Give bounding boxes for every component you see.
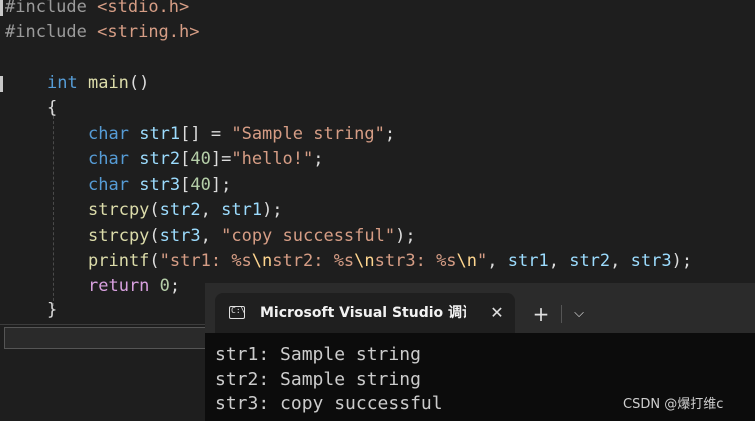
code-line-printf: printf("str1: %s\nstr2: %s\nstr3: %s\n",… xyxy=(88,249,692,274)
indent-guide xyxy=(53,111,54,311)
brace: } xyxy=(47,300,58,320)
tab-debug-console[interactable]: C:\ Microsoft Visual Studio 调试控制台 ✕ xyxy=(215,293,515,333)
output-line: str3: copy successful xyxy=(215,393,443,414)
output-line: str2: Sample string xyxy=(215,368,421,390)
code-line-str2-decl: char str2[40]="hello!"; xyxy=(88,147,324,172)
escape-sequence: \n xyxy=(354,251,375,271)
punctuation: ; xyxy=(169,276,181,296)
punctuation: [ xyxy=(180,175,191,195)
function-name: main xyxy=(87,73,129,93)
terminal-tab-bar: C:\ Microsoft Visual Studio 调试控制台 ✕ + ⌵ xyxy=(205,283,755,333)
tab-title: Microsoft Visual Studio 调试控制台 xyxy=(260,305,466,321)
punctuation: , xyxy=(487,251,508,271)
string-literal: "copy successful" xyxy=(221,226,396,246)
margin-marker xyxy=(0,76,3,92)
code-line-return: return 0; xyxy=(88,274,180,299)
code-line-str3-decl: char str3[40]; xyxy=(88,173,231,198)
argument: str2 xyxy=(569,251,611,271)
punctuation: , xyxy=(548,251,570,271)
watermark: CSDN @爆打维c xyxy=(623,397,724,412)
editor-divider xyxy=(0,324,210,325)
keyword: char xyxy=(88,149,129,169)
keyword: return xyxy=(88,276,150,296)
chevron-down-icon[interactable]: ⌵ xyxy=(568,303,590,325)
argument: str3 xyxy=(630,251,672,271)
punctuation: ]; xyxy=(210,175,232,195)
tab-divider xyxy=(561,305,562,323)
include-header: <string.h> xyxy=(97,22,200,42)
output-line: str1: Sample string xyxy=(215,344,421,365)
variable: str1 xyxy=(139,124,181,144)
punctuation: ); xyxy=(671,251,693,271)
brace: { xyxy=(47,98,58,118)
argument: str1 xyxy=(507,251,549,271)
code-line-str1-decl: char str1[] = "Sample string"; xyxy=(88,122,395,147)
console-icon: C:\ xyxy=(229,306,245,319)
punctuation: () xyxy=(128,73,150,93)
number-literal: 0 xyxy=(159,276,170,296)
punctuation: ; xyxy=(313,149,324,169)
number-literal: 40 xyxy=(190,149,211,169)
keyword: int xyxy=(47,73,78,93)
console-output: str1: Sample string str2: Sample string … xyxy=(215,343,443,417)
string-literal: str3: %s xyxy=(374,251,457,271)
code-line-open-brace: { xyxy=(47,96,57,121)
punctuation: ( xyxy=(149,226,160,246)
punctuation: ); xyxy=(395,226,416,246)
punctuation: [ xyxy=(180,149,191,169)
variable: str3 xyxy=(139,175,181,195)
keyword: char xyxy=(88,124,129,144)
punctuation: ( xyxy=(149,200,160,220)
string-literal: "hello!" xyxy=(231,149,314,169)
punctuation: ]= xyxy=(210,149,232,169)
argument: str1 xyxy=(221,200,263,220)
number-literal: 40 xyxy=(190,175,211,195)
code-line-strcpy-1: strcpy(str2, str1); xyxy=(88,198,283,223)
string-literal: "str1: %s xyxy=(159,251,252,271)
close-icon[interactable]: ✕ xyxy=(487,303,507,323)
preprocessor-directive: #include xyxy=(5,22,87,42)
include-header: <stdio.h> xyxy=(97,0,190,17)
code-line-strcpy-2: strcpy(str3, "copy successful"); xyxy=(88,224,416,249)
code-line-main: int main() xyxy=(47,71,149,96)
punctuation: ( xyxy=(149,251,160,271)
variable: str2 xyxy=(139,149,181,169)
argument: str3 xyxy=(159,226,201,246)
punctuation: ; xyxy=(384,124,396,144)
punctuation: , xyxy=(200,226,222,246)
keyword: char xyxy=(88,175,129,195)
new-tab-button[interactable]: + xyxy=(529,303,553,325)
string-literal: "Sample string" xyxy=(231,124,385,144)
punctuation: [] = xyxy=(180,124,232,144)
punctuation: , xyxy=(610,251,631,271)
function-call: strcpy xyxy=(88,200,150,220)
margin-marker xyxy=(0,0,3,16)
preprocessor-directive: #include xyxy=(5,0,87,17)
horizontal-scrollbar[interactable] xyxy=(4,327,211,349)
escape-sequence: \n xyxy=(251,251,273,271)
string-literal: str2: %s xyxy=(272,251,355,271)
punctuation: , xyxy=(200,200,222,220)
argument: str2 xyxy=(159,200,201,220)
code-line-include-stdio: #include <stdio.h> xyxy=(5,0,189,20)
code-line-close-brace: } xyxy=(47,298,57,323)
string-literal: " xyxy=(477,251,488,271)
function-call: strcpy xyxy=(88,226,150,246)
punctuation: ); xyxy=(262,200,283,220)
function-call: printf xyxy=(88,251,150,271)
escape-sequence: \n xyxy=(456,251,478,271)
code-line-include-string: #include <string.h> xyxy=(5,20,200,45)
